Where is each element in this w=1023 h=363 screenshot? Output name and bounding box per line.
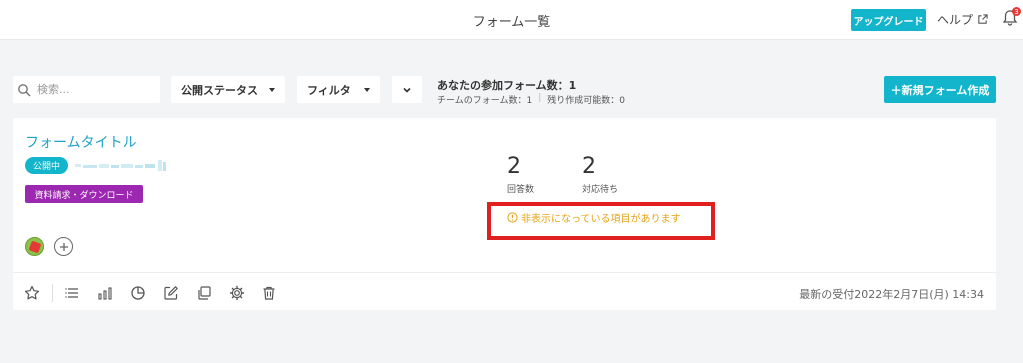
help-label: ヘルプ — [937, 13, 974, 27]
team-forms-count: チームのフォーム数：1 — [437, 96, 533, 106]
remaining-forms-count: 残り作成可能数：0 — [547, 96, 625, 106]
hidden-items-warning[interactable]: 非表示になっている項目があります — [507, 210, 681, 225]
last-received-timestamp: 最新の受付2022年2月7日(月) 14:34 — [799, 288, 984, 301]
caret-down-icon — [269, 87, 275, 92]
help-link[interactable]: ヘルプ — [937, 11, 988, 28]
card-divider — [13, 272, 996, 273]
info-circle-icon — [507, 212, 518, 223]
search-input[interactable] — [37, 83, 147, 96]
notification-badge: 3 — [1012, 7, 1021, 16]
form-quota-info: チームのフォーム数：1 | 残り作成可能数：0 — [437, 93, 625, 106]
search-box[interactable] — [13, 76, 160, 103]
responses-label: 回答数 — [507, 185, 535, 195]
caret-down-icon — [364, 87, 370, 92]
app-header: フォーム一覧 アップグレード ヘルプ 3 — [0, 0, 1023, 40]
form-url-redacted — [75, 160, 166, 171]
participating-forms-count: あなたの参加フォーム数：1 — [437, 79, 577, 92]
status-select[interactable]: 公開ステータス — [171, 76, 285, 103]
edit-icon[interactable] — [163, 285, 179, 301]
plus-icon — [59, 242, 68, 251]
pending-label: 対応待ち — [582, 185, 619, 195]
upgrade-button[interactable]: アップグレード — [851, 9, 926, 31]
filter-select[interactable]: フィルタ — [297, 76, 380, 103]
list-icon[interactable] — [64, 285, 80, 301]
category-tag: 資料請求・ダウンロード — [25, 185, 143, 203]
sort-dropdown-button[interactable] — [392, 76, 422, 103]
warning-text: 非表示になっている項目があります — [521, 214, 681, 225]
separator: | — [538, 93, 542, 103]
responses-count[interactable]: 2 — [507, 154, 521, 179]
pie-chart-icon[interactable] — [130, 285, 146, 301]
new-form-button[interactable]: ＋新規フォーム作成 — [884, 76, 996, 103]
avatar[interactable] — [25, 237, 44, 256]
bar-chart-icon[interactable] — [97, 285, 113, 301]
form-title-link[interactable]: フォームタイトル — [25, 132, 137, 152]
add-member-button[interactable] — [54, 237, 73, 256]
copy-icon[interactable] — [196, 285, 212, 301]
search-icon — [18, 83, 31, 97]
star-icon[interactable] — [24, 285, 40, 301]
external-link-icon — [978, 14, 988, 24]
chevron-down-icon — [403, 87, 411, 93]
filter-select-label: フィルタ — [307, 83, 351, 97]
status-select-label: 公開ステータス — [181, 83, 258, 97]
gear-icon[interactable] — [229, 285, 245, 301]
trash-icon[interactable] — [261, 285, 277, 301]
form-card: フォームタイトル 公開中 資料請求・ダウンロード 2 回答数 2 対応待ち 非表… — [13, 118, 996, 310]
divider — [52, 284, 53, 302]
pending-count[interactable]: 2 — [582, 154, 596, 179]
status-badge: 公開中 — [25, 157, 68, 174]
